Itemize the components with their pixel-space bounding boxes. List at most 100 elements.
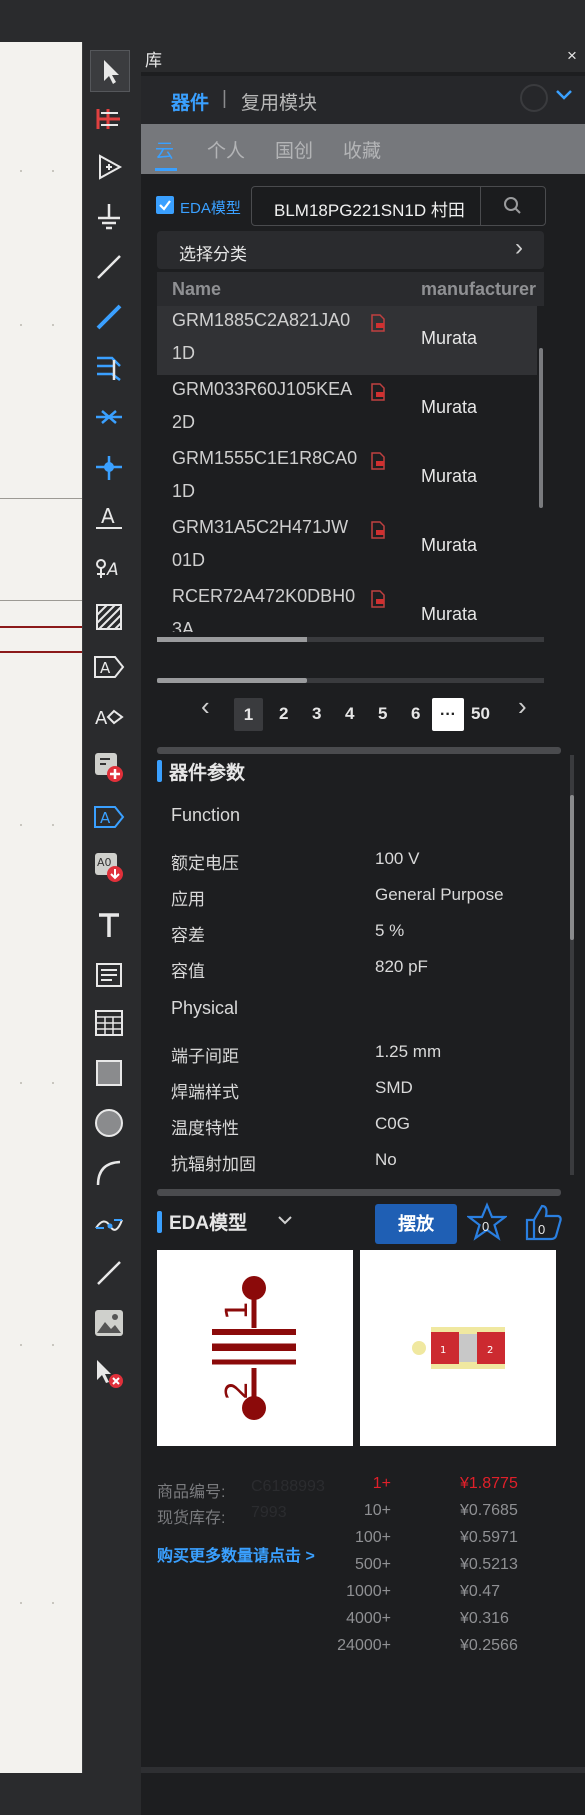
page-6-button[interactable]: 6 bbox=[411, 704, 420, 724]
column-header-name[interactable]: Name bbox=[172, 279, 221, 300]
table-row[interactable]: GRM31A5C2H471JW 01D Murata bbox=[157, 513, 537, 582]
part-name: 3A bbox=[172, 619, 195, 632]
schematic-canvas[interactable] bbox=[0, 42, 82, 1773]
price-value: ¥0.5971 bbox=[460, 1529, 518, 1546]
tab-reuse-modules[interactable]: 复用模块 bbox=[241, 88, 317, 115]
chevron-down-icon[interactable] bbox=[555, 88, 573, 107]
place-part-tool-button[interactable] bbox=[90, 747, 128, 787]
pad-2-label: 2 bbox=[487, 1345, 493, 1356]
user-avatar-icon[interactable] bbox=[520, 84, 548, 112]
wire-tool-button[interactable] bbox=[90, 297, 128, 337]
table-vertical-scrollbar[interactable] bbox=[539, 348, 543, 508]
tab-cloud[interactable]: 云 bbox=[155, 136, 174, 163]
buy-more-link[interactable]: 购买更多数量请点击 > bbox=[157, 1542, 315, 1566]
table-tool-button[interactable] bbox=[90, 1003, 128, 1043]
text-tool-button[interactable] bbox=[90, 905, 128, 945]
bus-entry-tool-button[interactable] bbox=[90, 347, 128, 387]
page-4-button[interactable]: 4 bbox=[345, 704, 354, 724]
tab-favorites[interactable]: 收藏 bbox=[343, 136, 381, 163]
area-tool-button[interactable] bbox=[90, 597, 128, 637]
part-manufacturer: Murata bbox=[421, 604, 478, 624]
search-button[interactable] bbox=[480, 186, 546, 226]
tab-cloud-underline bbox=[155, 168, 177, 171]
column-header-manufacturer[interactable]: manufacturer bbox=[421, 279, 536, 300]
datasheet-icon[interactable] bbox=[369, 451, 387, 476]
datasheet-icon[interactable] bbox=[369, 382, 387, 407]
net-port-tool-button[interactable] bbox=[90, 147, 128, 187]
page-1-button[interactable]: 1 bbox=[234, 698, 263, 731]
page-5-button[interactable]: 5 bbox=[378, 704, 387, 724]
rectangle-tool-button[interactable] bbox=[90, 1053, 128, 1093]
table-bottom-scrollbar[interactable] bbox=[157, 637, 544, 642]
bus-tool-button[interactable] bbox=[90, 98, 128, 138]
params-vertical-scrollbar[interactable] bbox=[570, 755, 574, 1175]
attribute-tool-button[interactable]: A bbox=[90, 697, 128, 737]
import-part-tool-button[interactable]: A0 bbox=[90, 847, 128, 887]
pagination-next-button[interactable]: › bbox=[518, 693, 527, 719]
pagination-prev-button[interactable]: ‹ bbox=[201, 693, 210, 719]
eda-model-checkbox[interactable] bbox=[156, 196, 174, 214]
circle-tool-button[interactable] bbox=[90, 1103, 128, 1143]
table-row[interactable]: GRM1885C2A821JA0 1D Murata bbox=[157, 306, 537, 375]
page-2-button[interactable]: 2 bbox=[279, 704, 288, 724]
ground-tool-button[interactable] bbox=[90, 197, 128, 237]
page-ellipsis-button[interactable]: ··· bbox=[432, 698, 464, 731]
footprint-preview[interactable]: 1 2 bbox=[360, 1250, 556, 1446]
select-tool-button[interactable] bbox=[90, 50, 130, 92]
datasheet-icon[interactable] bbox=[369, 313, 387, 338]
price-qty: 500+ bbox=[354, 1556, 391, 1573]
favorite-star-button[interactable]: 0 bbox=[465, 1202, 509, 1244]
panel-close-button[interactable]: × bbox=[567, 46, 577, 66]
text-t-icon bbox=[99, 913, 119, 937]
check-icon bbox=[159, 200, 171, 211]
eda-dropdown-chevron-icon[interactable] bbox=[276, 1214, 294, 1233]
table-horizontal-scrollbar-thumb[interactable] bbox=[157, 678, 307, 683]
ground-icon bbox=[98, 204, 120, 230]
arc-tool-button[interactable] bbox=[90, 1153, 128, 1193]
table-row[interactable]: RCER72A472K0DBH0 3A Murata bbox=[157, 582, 537, 632]
like-button[interactable]: 0 bbox=[524, 1202, 564, 1244]
tab-parts[interactable]: 器件 bbox=[171, 88, 209, 115]
netport-label-tool-button[interactable]: A bbox=[90, 647, 128, 687]
line-tool-button[interactable] bbox=[90, 247, 128, 287]
price-qty: 100+ bbox=[354, 1529, 391, 1546]
param-value: 820 pF bbox=[375, 957, 428, 976]
like-count: 0 bbox=[538, 1222, 546, 1237]
page-last-button[interactable]: 50 bbox=[471, 704, 490, 724]
symbol-preview[interactable]: 1 2 bbox=[157, 1250, 353, 1446]
power-flag-tool-button[interactable]: A bbox=[90, 547, 128, 587]
datasheet-icon[interactable] bbox=[369, 589, 387, 614]
section-divider bbox=[157, 1189, 561, 1196]
stock-value: 7993 bbox=[251, 1504, 287, 1521]
part-name: GRM1555C1E1R8CA0 bbox=[172, 448, 358, 468]
param-value: C0G bbox=[375, 1114, 410, 1133]
part-name: GRM033R60J105KEA bbox=[172, 379, 353, 399]
star-count: 0 bbox=[482, 1219, 490, 1234]
junction-tool-button[interactable] bbox=[90, 447, 128, 487]
note-tool-button[interactable] bbox=[90, 955, 128, 995]
part-name: 01D bbox=[172, 550, 206, 570]
category-selector[interactable]: 选择分类 › bbox=[157, 231, 544, 269]
port-tool-button[interactable]: A bbox=[90, 797, 128, 837]
table-row[interactable]: GRM033R60J105KEA 2D Murata bbox=[157, 375, 537, 444]
polyline-tool-button[interactable] bbox=[90, 1253, 128, 1293]
tab-personal[interactable]: 个人 bbox=[207, 136, 245, 163]
datasheet-icon[interactable] bbox=[369, 520, 387, 545]
svg-text:A0: A0 bbox=[97, 856, 112, 869]
price-value: ¥0.2566 bbox=[460, 1637, 518, 1654]
net-label-tool-button[interactable]: A bbox=[90, 497, 128, 537]
place-button[interactable]: 摆放 bbox=[375, 1204, 457, 1244]
table-row[interactable]: GRM1555C1E1R8CA0 1D Murata bbox=[157, 444, 537, 513]
tab-guochuang[interactable]: 国创 bbox=[275, 136, 313, 163]
image-tool-button[interactable] bbox=[90, 1303, 128, 1343]
price-value: ¥0.47 bbox=[460, 1583, 501, 1600]
search-input[interactable]: BLM18PG221SN1D 村田 bbox=[251, 186, 481, 226]
delete-tool-button[interactable] bbox=[90, 1353, 128, 1393]
page-3-button[interactable]: 3 bbox=[312, 704, 321, 724]
param-value: General Purpose bbox=[375, 885, 504, 904]
panel-title-bar bbox=[141, 42, 585, 72]
no-connect-tool-button[interactable] bbox=[90, 397, 128, 437]
bezier-tool-button[interactable] bbox=[90, 1203, 128, 1243]
price-qty: 1000+ bbox=[346, 1583, 391, 1600]
pad-1-label: 1 bbox=[440, 1345, 446, 1356]
